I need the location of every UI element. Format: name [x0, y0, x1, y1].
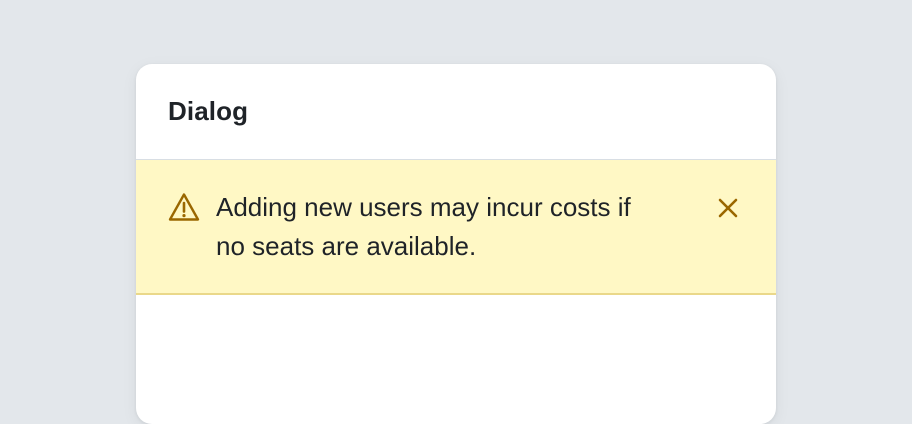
alert-triangle-icon	[168, 193, 200, 221]
dialog-body	[136, 295, 776, 424]
flash-message: Adding new users may incur costs if no s…	[216, 192, 631, 261]
dialog-header: Dialog	[136, 64, 776, 160]
dialog: Dialog Adding new users may incur costs …	[136, 64, 776, 424]
warning-flash-banner: Adding new users may incur costs if no s…	[136, 160, 776, 295]
close-icon	[718, 198, 738, 218]
dialog-title: Dialog	[168, 96, 249, 126]
dismiss-button[interactable]	[708, 188, 748, 228]
